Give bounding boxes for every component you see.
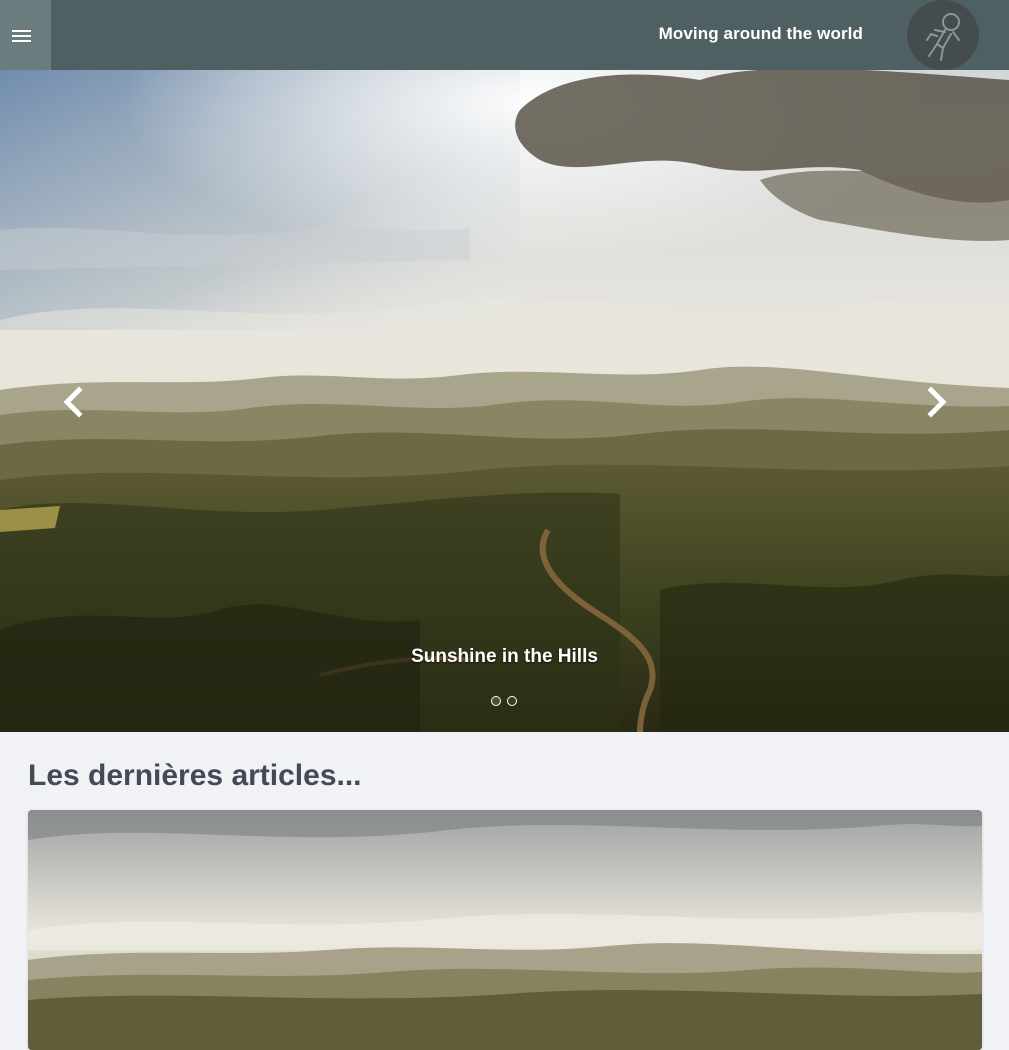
section-heading: Les dernières articles... <box>28 759 362 792</box>
menu-button[interactable] <box>0 0 51 70</box>
landscape-slide-image <box>0 70 1009 732</box>
carousel-indicator-2[interactable] <box>507 696 517 706</box>
carousel-next-button[interactable] <box>916 382 956 422</box>
article-card[interactable] <box>28 810 982 1050</box>
chevron-right-icon <box>927 386 947 418</box>
article-thumbnail-image <box>28 810 982 1050</box>
hamburger-menu-icon <box>12 30 31 42</box>
astronaut-icon <box>926 13 960 61</box>
slide-caption: Sunshine in the Hills <box>411 646 598 667</box>
site-title[interactable]: Moving around the world <box>659 24 863 44</box>
hero-carousel: Sunshine in the Hills <box>0 70 1009 732</box>
carousel-indicator-1[interactable] <box>491 696 501 706</box>
carousel-prev-button[interactable] <box>54 382 94 422</box>
avatar[interactable] <box>907 0 979 70</box>
chevron-left-icon <box>63 386 83 418</box>
top-navbar: Moving around the world <box>0 0 1009 70</box>
